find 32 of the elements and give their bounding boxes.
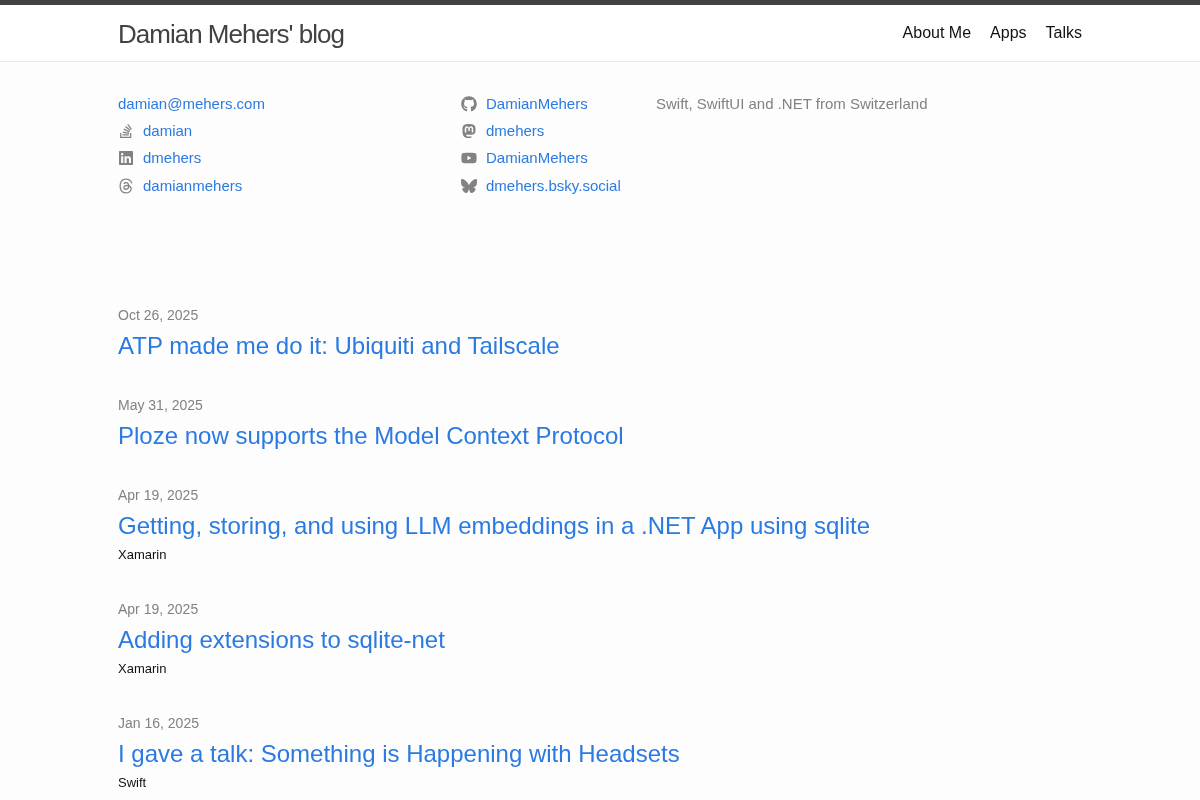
profile-link[interactable]: dmehers.bsky.social [486, 175, 621, 196]
stackoverflow-icon [118, 122, 134, 139]
post-date: Jan 16, 2025 [118, 714, 199, 734]
profile-link[interactable]: DamianMehers [486, 148, 588, 169]
post-title-link[interactable]: Adding extensions to sqlite-net [118, 622, 445, 659]
post-date: Apr 19, 2025 [118, 600, 199, 620]
nav-link[interactable]: Apps [990, 21, 1027, 45]
post-title-link[interactable]: ATP made me do it: Ubiquiti and Tailscale [118, 328, 560, 365]
nav-link[interactable]: About Me [902, 21, 972, 45]
profile-link[interactable]: damian [143, 120, 193, 141]
post-date: May 31, 2025 [118, 396, 203, 416]
profile-link[interactable]: damianmehers [143, 175, 243, 196]
nav-link[interactable]: Talks [1045, 21, 1082, 45]
threads-icon [118, 177, 134, 194]
profile-link[interactable]: dmehers [486, 120, 545, 141]
site-tagline: Swift, SwiftUI and .NET from Switzerland [656, 94, 928, 114]
post-category: Xamarin [118, 546, 167, 565]
post-title-link[interactable]: Ploze now supports the Model Context Protocol [118, 418, 624, 455]
site-title[interactable]: Damian Mehers' blog [118, 5, 344, 62]
post-category: Xamarin [118, 660, 167, 679]
email-link[interactable]: damian@mehers.com [118, 93, 265, 114]
linkedin-icon [118, 150, 134, 167]
butterfly-icon [461, 177, 477, 194]
profile-link[interactable]: DamianMehers [486, 93, 588, 114]
post-title-link[interactable]: I gave a talk: Something is Happening with Headsets [118, 736, 680, 773]
post-category: Swift [118, 774, 147, 793]
profile-link[interactable]: dmehers [143, 148, 202, 169]
mastodon-icon [461, 122, 477, 139]
github-icon [461, 95, 477, 112]
post-title-link[interactable]: Getting, storing, and using LLM embeddings in a .NET App using sqlite [118, 508, 870, 545]
post-date: Apr 19, 2025 [118, 486, 199, 506]
post-date: Oct 26, 2025 [118, 306, 199, 326]
